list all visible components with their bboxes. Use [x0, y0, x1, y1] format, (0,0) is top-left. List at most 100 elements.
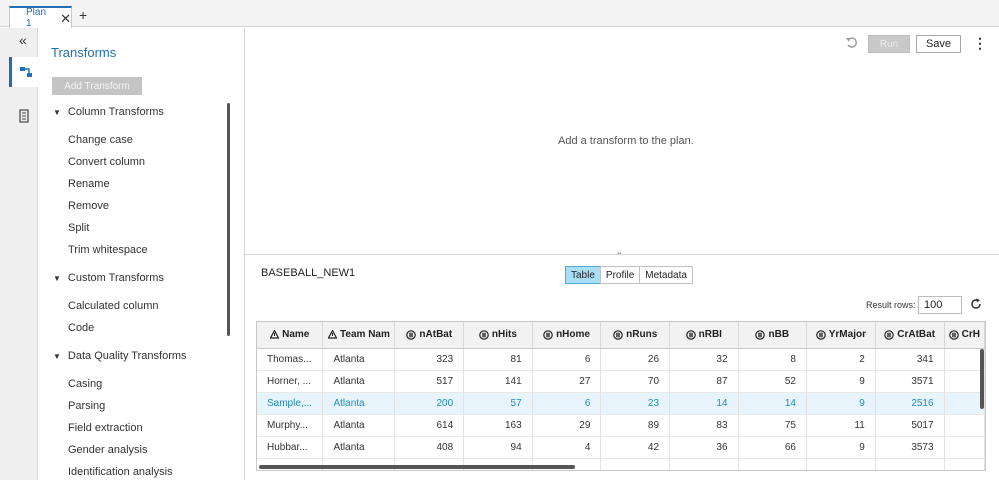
- column-header[interactable]: nRuns: [600, 322, 671, 349]
- column-header[interactable]: nHits: [463, 322, 533, 349]
- add-transform-button[interactable]: Add Transform: [52, 77, 142, 95]
- undo-button[interactable]: [845, 36, 858, 52]
- column-header[interactable]: CrH: [944, 322, 985, 349]
- table-cell: Atlanta: [322, 392, 396, 415]
- refresh-button[interactable]: [970, 298, 982, 313]
- refresh-icon: [971, 298, 981, 309]
- table-cell: [738, 458, 807, 470]
- numeric-column-icon: [685, 329, 696, 340]
- table-cell: 89: [600, 414, 671, 437]
- table-cell: 14: [738, 392, 807, 415]
- column-header[interactable]: nHome: [532, 322, 602, 349]
- transform-item[interactable]: Gender analysis: [68, 444, 148, 456]
- table-row[interactable]: Thomas... Atlanta 323 81 6 26 32 8 2 341: [257, 348, 985, 371]
- close-icon[interactable]: ✕: [60, 12, 71, 25]
- table-cell: [600, 458, 671, 470]
- table-cell: 6: [532, 392, 602, 415]
- column-header[interactable]: nRBI: [669, 322, 739, 349]
- column-header-label: CrAtBat: [897, 329, 936, 341]
- splitter-grip-icon[interactable]: ▪▪: [617, 251, 625, 257]
- column-header-label: nRBI: [698, 329, 722, 341]
- caret-down-icon: ▼: [53, 273, 61, 283]
- run-button[interactable]: Run: [868, 35, 910, 53]
- tab-plan-1[interactable]: Plan 1 ✕: [9, 6, 72, 29]
- table-cell: 81: [463, 348, 533, 371]
- table-cell: 94: [463, 436, 533, 459]
- table-cell: 14: [669, 392, 739, 415]
- table-cell: 341: [875, 348, 945, 371]
- table-cell: 26: [600, 348, 671, 371]
- group-data-quality-transforms[interactable]: ▼ Data Quality Transforms: [53, 350, 187, 362]
- tab-profile[interactable]: Profile: [599, 266, 641, 284]
- save-button[interactable]: Save: [916, 35, 961, 53]
- transform-item[interactable]: Field extraction: [68, 422, 143, 434]
- tab-metadata[interactable]: Metadata: [639, 266, 693, 284]
- grid-vertical-scrollbar[interactable]: [980, 349, 984, 409]
- table-cell: Sample,...: [257, 392, 324, 415]
- transform-item[interactable]: Rename: [68, 178, 110, 190]
- table-cell: 5017: [875, 414, 945, 437]
- column-header[interactable]: nBB: [738, 322, 807, 349]
- result-rows-input[interactable]: [918, 296, 962, 314]
- table-row[interactable]: Hubbar... Atlanta 408 94 4 42 36 66 9 3573: [257, 436, 985, 459]
- more-options-icon[interactable]: ⋮: [973, 36, 987, 50]
- numeric-column-icon: [948, 329, 959, 340]
- table-cell: 614: [394, 414, 465, 437]
- transform-item[interactable]: Change case: [68, 134, 133, 146]
- caret-down-icon: ▼: [53, 351, 61, 361]
- column-header[interactable]: nAtBat: [394, 322, 465, 349]
- result-rows-label: Result rows:: [866, 300, 916, 310]
- table-cell: 200: [394, 392, 465, 415]
- transform-item[interactable]: Remove: [68, 200, 109, 212]
- collapse-icon[interactable]: «: [19, 32, 27, 48]
- grid-horizontal-scrollbar[interactable]: [259, 465, 575, 469]
- transform-item[interactable]: Split: [68, 222, 89, 234]
- column-header[interactable]: YrMajor: [806, 322, 876, 349]
- transform-item[interactable]: Trim whitespace: [68, 244, 148, 256]
- table-cell: Thomas...: [257, 348, 324, 371]
- table-cell: 163: [463, 414, 533, 437]
- table-row[interactable]: Sample,... Atlanta 200 57 6 23 14 14 9 2516: [257, 392, 985, 415]
- group-custom-transforms[interactable]: ▼ Custom Transforms: [53, 272, 164, 284]
- table-cell: 83: [669, 414, 739, 437]
- transforms-rail-button[interactable]: [9, 57, 39, 87]
- column-header[interactable]: Team Nam: [322, 322, 396, 349]
- data-table: Name Team Nam nAtBat nHits nHome nRuns nRBI nBB…: [257, 322, 985, 470]
- transform-item[interactable]: Code: [68, 322, 94, 334]
- table-row[interactable]: Murphy... Atlanta 614 163 29 89 83 75 11 5017: [257, 414, 985, 437]
- panel-scrollbar[interactable]: [227, 103, 230, 336]
- numeric-column-icon: [613, 329, 623, 340]
- tab-table[interactable]: Table: [565, 266, 601, 284]
- transform-item[interactable]: Calculated column: [68, 300, 159, 312]
- table-cell: 75: [738, 414, 807, 437]
- table-cell: 32: [669, 348, 739, 371]
- numeric-column-icon: [815, 329, 826, 340]
- character-column-icon: [328, 330, 338, 339]
- table-cell: [944, 458, 985, 470]
- group-column-transforms[interactable]: ▼ Column Transforms: [53, 106, 164, 118]
- columns-rail-button[interactable]: [9, 101, 39, 131]
- column-header-label: YrMajor: [828, 329, 866, 341]
- transform-item[interactable]: Identification analysis: [68, 466, 173, 478]
- transform-item[interactable]: Casing: [68, 378, 102, 390]
- column-header[interactable]: Name: [257, 322, 324, 349]
- column-header-label: nBB: [768, 329, 790, 341]
- transform-item[interactable]: Convert column: [68, 156, 145, 168]
- table-cell: Horner, ...: [257, 370, 324, 393]
- numeric-column-icon: [406, 329, 417, 340]
- table-cell: 36: [669, 436, 739, 459]
- column-header-label: nHome: [556, 329, 590, 341]
- column-header[interactable]: CrAtBat: [875, 322, 945, 349]
- table-cell: 323: [394, 348, 465, 371]
- transform-item[interactable]: Parsing: [68, 400, 105, 412]
- numeric-column-icon: [479, 329, 489, 340]
- table-cell: [875, 458, 945, 470]
- table-cell: 66: [738, 436, 807, 459]
- transforms-icon: [19, 67, 32, 77]
- table-cell: Hubbar...: [257, 436, 324, 459]
- table-cell: [944, 414, 985, 437]
- table-row[interactable]: Horner, ... Atlanta 517 141 27 70 87 52 9 3571: [257, 370, 985, 393]
- table-cell: 9: [806, 436, 876, 459]
- column-header-label: Team Nam: [340, 329, 390, 341]
- add-tab-button[interactable]: +: [79, 8, 87, 22]
